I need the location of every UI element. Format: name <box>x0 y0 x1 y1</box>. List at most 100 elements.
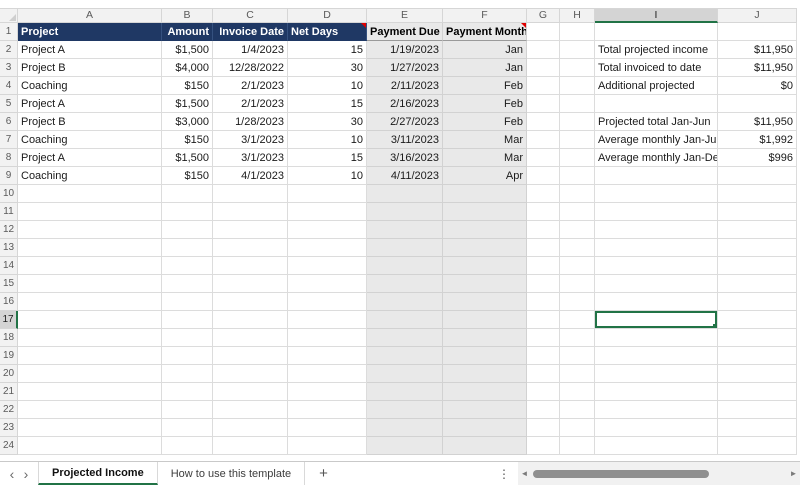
cell-J20[interactable] <box>718 365 797 383</box>
select-all-corner[interactable] <box>0 8 18 23</box>
cell-E22[interactable] <box>367 401 443 419</box>
tabs-scroll-right-icon[interactable]: › <box>19 467 33 481</box>
cell-F11[interactable] <box>443 203 527 221</box>
cell-I9[interactable] <box>595 167 718 185</box>
cell-I22[interactable] <box>595 401 718 419</box>
cell-E14[interactable] <box>367 257 443 275</box>
cell-E20[interactable] <box>367 365 443 383</box>
cell-E4[interactable]: 2/11/2023 <box>367 77 443 95</box>
cell-C19[interactable] <box>213 347 288 365</box>
cell-C24[interactable] <box>213 437 288 455</box>
cell-J14[interactable] <box>718 257 797 275</box>
cell-H7[interactable] <box>560 131 595 149</box>
cell-I1[interactable] <box>595 23 718 41</box>
cell-C11[interactable] <box>213 203 288 221</box>
cell-I4[interactable]: Additional projected <box>595 77 718 95</box>
cell-A13[interactable] <box>18 239 162 257</box>
row-header-7[interactable]: 7 <box>0 131 18 149</box>
cell-G6[interactable] <box>527 113 560 131</box>
cell-E5[interactable]: 2/16/2023 <box>367 95 443 113</box>
cell-B12[interactable] <box>162 221 213 239</box>
cell-E6[interactable]: 2/27/2023 <box>367 113 443 131</box>
cell-D2[interactable]: 15 <box>288 41 367 59</box>
cell-F18[interactable] <box>443 329 527 347</box>
cell-H16[interactable] <box>560 293 595 311</box>
cell-B20[interactable] <box>162 365 213 383</box>
cell-J2[interactable]: $11,950 <box>718 41 797 59</box>
cell-G16[interactable] <box>527 293 560 311</box>
cell-H23[interactable] <box>560 419 595 437</box>
cell-F13[interactable] <box>443 239 527 257</box>
cell-E7[interactable]: 3/11/2023 <box>367 131 443 149</box>
scroll-right-arrow-icon[interactable]: ► <box>787 469 800 478</box>
cell-E1[interactable]: Payment Due <box>367 23 443 41</box>
cell-A22[interactable] <box>18 401 162 419</box>
cell-C20[interactable] <box>213 365 288 383</box>
cell-B14[interactable] <box>162 257 213 275</box>
cell-D17[interactable] <box>288 311 367 329</box>
cell-C3[interactable]: 12/28/2022 <box>213 59 288 77</box>
cell-G12[interactable] <box>527 221 560 239</box>
scrollbar-track[interactable] <box>531 462 787 485</box>
cell-G9[interactable] <box>527 167 560 185</box>
cell-D9[interactable]: 10 <box>288 167 367 185</box>
cell-B22[interactable] <box>162 401 213 419</box>
row-header-12[interactable]: 12 <box>0 221 18 239</box>
cell-F19[interactable] <box>443 347 527 365</box>
cell-A1[interactable]: Project <box>18 23 162 41</box>
row-header-18[interactable]: 18 <box>0 329 18 347</box>
cell-G17[interactable] <box>527 311 560 329</box>
cell-I15[interactable] <box>595 275 718 293</box>
cell-H12[interactable] <box>560 221 595 239</box>
cell-D21[interactable] <box>288 383 367 401</box>
cell-J15[interactable] <box>718 275 797 293</box>
cell-G14[interactable] <box>527 257 560 275</box>
cell-C2[interactable]: 1/4/2023 <box>213 41 288 59</box>
cell-A17[interactable] <box>18 311 162 329</box>
row-header-20[interactable]: 20 <box>0 365 18 383</box>
cell-E2[interactable]: 1/19/2023 <box>367 41 443 59</box>
cell-B17[interactable] <box>162 311 213 329</box>
cell-D12[interactable] <box>288 221 367 239</box>
cell-F9[interactable]: Apr <box>443 167 527 185</box>
cell-F7[interactable]: Mar <box>443 131 527 149</box>
cell-E16[interactable] <box>367 293 443 311</box>
row-header-5[interactable]: 5 <box>0 95 18 113</box>
cell-A5[interactable]: Project A <box>18 95 162 113</box>
cell-B9[interactable]: $150 <box>162 167 213 185</box>
cell-D10[interactable] <box>288 185 367 203</box>
column-header-F[interactable]: F <box>443 8 527 23</box>
cell-J5[interactable] <box>718 95 797 113</box>
cell-D5[interactable]: 15 <box>288 95 367 113</box>
cell-B11[interactable] <box>162 203 213 221</box>
cell-A3[interactable]: Project B <box>18 59 162 77</box>
scroll-left-arrow-icon[interactable]: ◄ <box>518 469 531 478</box>
row-header-11[interactable]: 11 <box>0 203 18 221</box>
cell-J18[interactable] <box>718 329 797 347</box>
cell-F20[interactable] <box>443 365 527 383</box>
cell-J9[interactable] <box>718 167 797 185</box>
column-header-A[interactable]: A <box>18 8 162 23</box>
cell-G7[interactable] <box>527 131 560 149</box>
row-header-9[interactable]: 9 <box>0 167 18 185</box>
cell-G24[interactable] <box>527 437 560 455</box>
cell-H1[interactable] <box>560 23 595 41</box>
cell-A16[interactable] <box>18 293 162 311</box>
cell-C23[interactable] <box>213 419 288 437</box>
cell-B24[interactable] <box>162 437 213 455</box>
cell-E10[interactable] <box>367 185 443 203</box>
column-header-J[interactable]: J <box>718 8 797 23</box>
cell-H8[interactable] <box>560 149 595 167</box>
column-header-G[interactable]: G <box>527 8 560 23</box>
cell-C14[interactable] <box>213 257 288 275</box>
cell-H18[interactable] <box>560 329 595 347</box>
cell-J17[interactable] <box>718 311 797 329</box>
row-header-8[interactable]: 8 <box>0 149 18 167</box>
tab-options-icon[interactable]: ⋮ <box>490 462 518 485</box>
cell-H20[interactable] <box>560 365 595 383</box>
row-header-22[interactable]: 22 <box>0 401 18 419</box>
cell-G2[interactable] <box>527 41 560 59</box>
cell-I18[interactable] <box>595 329 718 347</box>
cell-D24[interactable] <box>288 437 367 455</box>
cell-D15[interactable] <box>288 275 367 293</box>
